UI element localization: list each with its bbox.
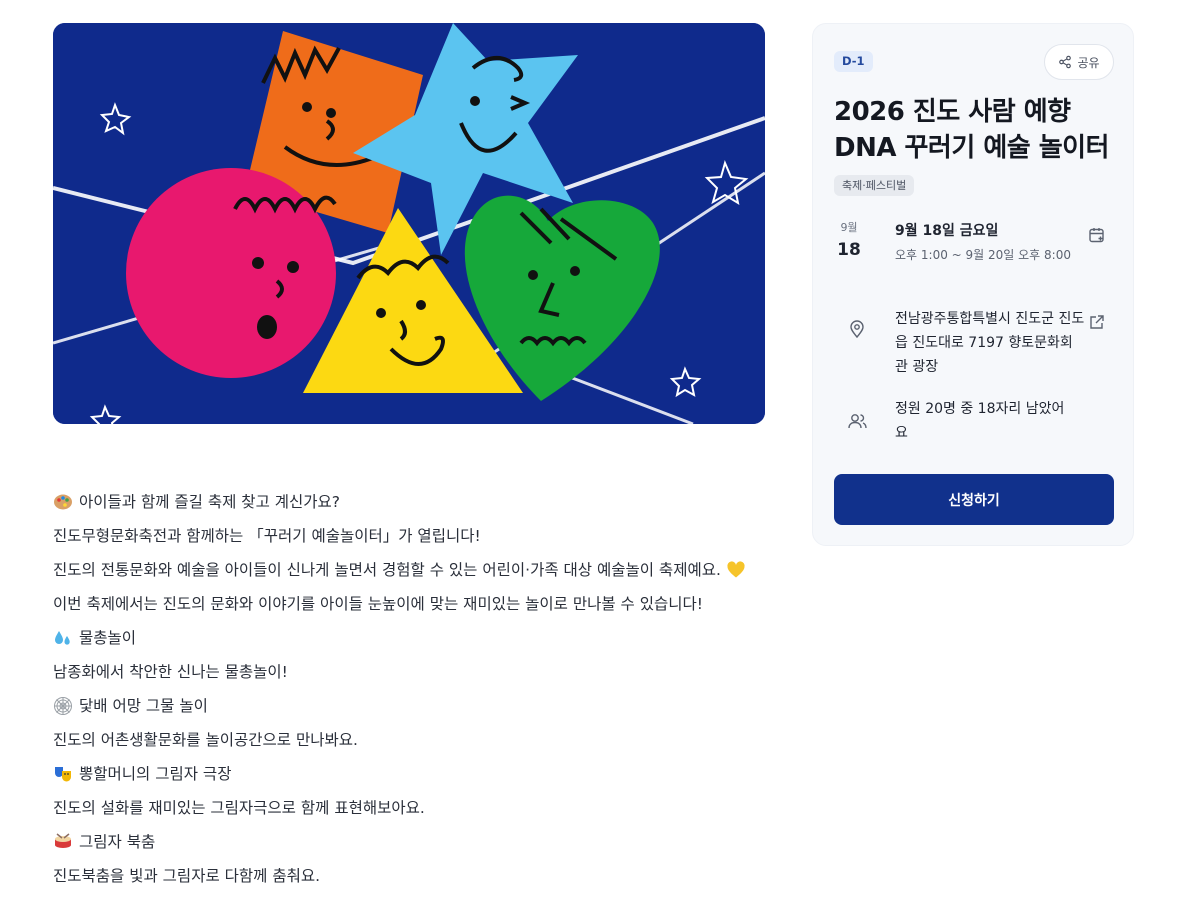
description-text: 물총놀이: [79, 629, 137, 647]
share-icon: [1059, 55, 1072, 69]
location-pin-icon: [850, 320, 864, 339]
description-line: 진도의 전통문화와 예술을 아이들이 신나게 놀면서 경험할 수 있는 어린이·…: [53, 553, 793, 587]
date-main: 9월 18일 금요일: [895, 223, 999, 239]
description-line: 물총놀이: [53, 621, 793, 655]
description-line: 진도의 설화를 재미있는 그림자극으로 함께 표현해보아요.: [53, 791, 793, 825]
description-text: 남종화에서 착안한 신나는 물총놀이!: [53, 663, 288, 681]
calendar-add-icon[interactable]: [1088, 226, 1106, 244]
description-line: 진도무형문화축전과 함께하는 「꾸러기 예술놀이터」가 열립니다!: [53, 519, 793, 553]
yellow-heart-icon: [726, 560, 746, 580]
event-address: 전남광주통합특별시 진도군 진도읍 진도대로 7197 향토문화회관 광장: [895, 311, 1085, 375]
event-description: 아이들과 함께 즐길 축제 찾고 계신가요? 진도무형문화축전과 함께하는 「꾸러…: [53, 485, 793, 893]
description-text: 진도북춤을 빛과 그림자로 다함께 춤춰요.: [53, 867, 321, 885]
shapes-faces-artwork: [53, 23, 765, 424]
dday-badge: D-1: [834, 51, 873, 72]
description-line: 뽕할머니의 그림자 극장: [53, 757, 793, 791]
capacity-text: 정원 20명 중 18자리 남았어요: [895, 401, 1065, 441]
description-text: 아이들과 함께 즐길 축제 찾고 계신가요?: [79, 493, 341, 511]
date-block: 9월 18: [834, 219, 864, 263]
category-tag: 축제·페스티벌: [834, 175, 915, 196]
description-text: 진도의 전통문화와 예술을 아이들이 신나게 놀면서 경험할 수 있는 어린이·…: [53, 561, 721, 579]
share-button[interactable]: 공유: [1044, 44, 1114, 80]
spiderweb-icon: [53, 696, 73, 716]
event-info-card: D-1 공유 2026 진도 사람 예향 DNA 꾸러기 예술 놀이터 축제·페…: [812, 23, 1134, 546]
theater-masks-icon: [53, 764, 73, 784]
description-text: 진도의 설화를 재미있는 그림자극으로 함께 표현해보아요.: [53, 799, 425, 817]
external-link-icon[interactable]: [1088, 313, 1106, 331]
description-line: 그림자 북춤: [53, 825, 793, 859]
description-line: 닻배 어망 그물 놀이: [53, 689, 793, 723]
apply-button[interactable]: 신청하기: [834, 474, 1114, 525]
date-time-range: 오후 1:00 ~ 9월 20일 오후 8:00: [895, 248, 1071, 262]
date-month: 9월: [840, 221, 858, 234]
description-line: 아이들과 함께 즐길 축제 찾고 계신가요?: [53, 485, 793, 519]
description-line: 이번 축제에서는 진도의 문화와 이야기를 아이들 눈높이에 맞는 재미있는 놀…: [53, 587, 793, 621]
users-icon: [848, 414, 867, 429]
description-line: 남종화에서 착안한 신나는 물총놀이!: [53, 655, 793, 689]
drum-icon: [53, 832, 73, 852]
description-text: 그림자 북춤: [79, 833, 156, 851]
description-text: 진도무형문화축전과 함께하는 「꾸러기 예술놀이터」가 열립니다!: [53, 527, 481, 545]
hero-illustration: [53, 23, 765, 424]
water-drops-icon: [53, 628, 73, 648]
description-text: 진도의 어촌생활문화를 놀이공간으로 만나봐요.: [53, 731, 358, 749]
date-day: 18: [837, 240, 861, 260]
palette-icon: [53, 492, 73, 512]
description-text: 이번 축제에서는 진도의 문화와 이야기를 아이들 눈높이에 맞는 재미있는 놀…: [53, 595, 704, 613]
share-label: 공유: [1077, 55, 1100, 70]
event-title: 2026 진도 사람 예향 DNA 꾸러기 예술 놀이터: [834, 97, 1109, 163]
description-text: 닻배 어망 그물 놀이: [79, 697, 208, 715]
description-line: 진도의 어촌생활문화를 놀이공간으로 만나봐요.: [53, 723, 793, 757]
description-line: 진도북춤을 빛과 그림자로 다함께 춤춰요.: [53, 859, 793, 893]
description-text: 뽕할머니의 그림자 극장: [79, 765, 232, 783]
